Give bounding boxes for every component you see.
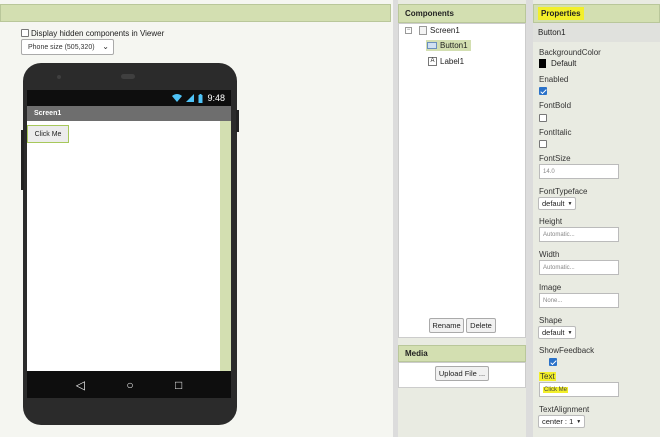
viewer-header: [0, 4, 391, 22]
prop-label-fontbold: FontBold: [539, 101, 572, 110]
home-icon: ○: [126, 377, 134, 392]
hidden-components-toggle[interactable]: Display hidden components in Viewer: [21, 27, 164, 39]
phone-camera: [57, 75, 61, 79]
prop-label-text: Text: [539, 372, 556, 381]
fontsize-input[interactable]: 14.0: [539, 164, 619, 179]
dropdown-arrow-icon: ▼: [576, 418, 582, 425]
dropdown-arrow-icon: ▼: [567, 200, 573, 207]
signal-icon: [186, 94, 195, 102]
delete-button[interactable]: Delete: [466, 318, 496, 333]
hidden-components-label: Display hidden components in Viewer: [31, 28, 165, 38]
status-time: 9:48: [207, 93, 225, 103]
shape-value: default: [542, 328, 565, 337]
prop-label-shape: Shape: [539, 316, 563, 325]
enabled-checkbox[interactable]: [539, 87, 547, 95]
fonttypeface-select[interactable]: default ▼: [538, 197, 577, 210]
screen-icon: [419, 26, 427, 35]
properties-header: Properties: [533, 4, 660, 23]
label-icon: A: [428, 57, 437, 66]
prop-label-height: Height: [539, 217, 563, 226]
components-header: Components: [398, 4, 526, 23]
prop-label-enabled: Enabled: [539, 75, 569, 84]
screen-title: Screen1: [34, 110, 62, 117]
backgroundcolor-picker[interactable]: Default: [539, 59, 576, 68]
tree-item-label: Button1: [440, 41, 468, 50]
back-icon: ◁: [75, 377, 85, 392]
phone-screen[interactable]: [27, 121, 231, 371]
shape-select[interactable]: default ▼: [538, 326, 577, 339]
fonttypeface-value: default: [542, 199, 565, 208]
selected-component-name: Button1: [533, 23, 660, 42]
phone-speaker: [121, 74, 135, 79]
prop-label-fontsize: FontSize: [539, 154, 571, 163]
rename-button[interactable]: Rename: [429, 318, 464, 333]
battery-icon: [198, 93, 203, 103]
upload-file-button[interactable]: Upload File ...: [435, 366, 489, 381]
prop-label-backgroundcolor: BackgroundColor: [539, 48, 601, 57]
screen-title-bar: Screen1: [27, 106, 231, 121]
dropdown-arrow-icon: ▼: [567, 329, 573, 336]
wifi-icon: [172, 94, 183, 102]
tree-item-label1[interactable]: A Label1: [428, 57, 464, 66]
phone-size-value: Phone size (505,320): [28, 43, 95, 51]
properties-title: Properties: [538, 7, 584, 20]
textalignment-value: center : 1: [542, 417, 574, 426]
tree-item-button1[interactable]: Button1: [426, 40, 471, 51]
prop-label-textalignment: TextAlignment: [539, 405, 590, 414]
text-label: Text: [539, 372, 556, 381]
height-input[interactable]: Automatic...: [539, 227, 619, 242]
phone-side-button: [21, 130, 24, 190]
tree-item-label: Label1: [440, 57, 465, 66]
width-input[interactable]: Automatic...: [539, 260, 619, 275]
showfeedback-checkbox[interactable]: [549, 358, 558, 366]
prop-label-showfeedback: ShowFeedback: [539, 346, 595, 355]
phone-nav-bar: ◁ ○ □: [27, 371, 231, 398]
phone-status-bar: 9:48: [27, 90, 231, 106]
components-tree: [398, 23, 526, 338]
media-header: Media: [398, 345, 526, 362]
tree-item-label: Screen1: [430, 26, 460, 35]
text-value: Click Me: [543, 386, 569, 393]
prop-label-fonttypeface: FontTypeface: [539, 187, 588, 196]
screen-scroll-strip: [220, 121, 231, 371]
prop-label-fontitalic: FontItalic: [539, 128, 572, 137]
prop-label-image: Image: [539, 283, 562, 292]
panel-divider: [526, 0, 533, 437]
chevron-down-icon: ⌄: [102, 42, 109, 51]
fontitalic-checkbox[interactable]: [539, 140, 547, 148]
image-input[interactable]: None...: [539, 293, 619, 308]
click-me-button[interactable]: Click Me: [27, 125, 69, 143]
recents-icon: □: [175, 377, 183, 392]
color-swatch: [539, 59, 546, 68]
hidden-components-checkbox[interactable]: [21, 29, 29, 37]
phone-size-select[interactable]: Phone size (505,320) ⌄: [21, 39, 114, 55]
backgroundcolor-value: Default: [551, 59, 577, 68]
tree-item-screen1[interactable]: Screen1: [419, 26, 460, 35]
button-icon: [427, 42, 437, 49]
collapse-icon[interactable]: −: [405, 27, 412, 34]
text-input[interactable]: Click Me: [539, 382, 619, 397]
textalignment-select[interactable]: center : 1 ▼: [538, 415, 586, 428]
phone-side-button: [236, 110, 239, 132]
prop-label-width: Width: [539, 250, 560, 259]
fontbold-checkbox[interactable]: [539, 114, 547, 122]
